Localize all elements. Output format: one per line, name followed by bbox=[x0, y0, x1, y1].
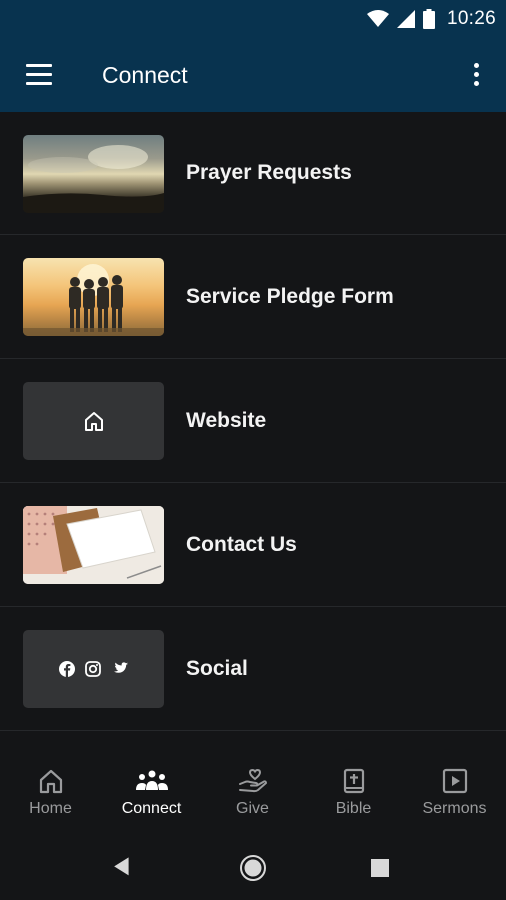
play-icon bbox=[442, 768, 467, 794]
website-thumbnail bbox=[23, 382, 164, 460]
sky-image bbox=[23, 145, 164, 213]
nav-label: Home bbox=[29, 800, 72, 817]
circle-home-icon bbox=[240, 855, 266, 881]
menu-icon-line bbox=[26, 82, 52, 85]
nav-give[interactable]: Give bbox=[202, 768, 303, 834]
list-item-prayer-requests[interactable]: Prayer Requests bbox=[0, 112, 506, 235]
home-icon bbox=[84, 412, 103, 431]
contact-us-thumbnail bbox=[23, 506, 164, 584]
home-button[interactable] bbox=[237, 852, 269, 884]
nav-label: Connect bbox=[121, 800, 182, 817]
list-item-label: Contact Us bbox=[186, 532, 297, 556]
menu-icon bbox=[26, 64, 52, 67]
menu-button[interactable] bbox=[20, 58, 60, 92]
social-thumbnail bbox=[23, 630, 164, 708]
cell-signal-icon bbox=[396, 10, 415, 28]
app-bar: Connect bbox=[0, 38, 506, 112]
list-item-label: Social bbox=[186, 656, 248, 680]
bottom-navigation: Home Connect Give Bible Sermons bbox=[0, 760, 506, 836]
instagram-icon bbox=[85, 661, 101, 677]
nav-label: Sermons bbox=[422, 800, 487, 817]
more-options-button[interactable] bbox=[464, 58, 488, 92]
home-icon bbox=[39, 769, 62, 794]
bible-icon bbox=[343, 768, 364, 794]
page-title: Connect bbox=[102, 62, 188, 88]
prayer-requests-thumbnail bbox=[23, 135, 164, 213]
square-recents-icon bbox=[371, 859, 389, 877]
list-item-label: Prayer Requests bbox=[186, 161, 352, 184]
nav-connect[interactable]: Connect bbox=[101, 768, 202, 834]
more-vert-dot bbox=[474, 72, 479, 77]
list-item-social[interactable]: Social bbox=[0, 607, 506, 731]
list-item-website[interactable]: Website bbox=[0, 359, 506, 483]
stationery-image bbox=[23, 506, 164, 584]
service-pledge-thumbnail bbox=[23, 258, 164, 336]
back-button[interactable] bbox=[110, 852, 142, 884]
more-vert-dot bbox=[474, 81, 479, 86]
nav-label: Bible bbox=[335, 800, 372, 817]
nav-home[interactable]: Home bbox=[0, 768, 101, 834]
nav-bible[interactable]: Bible bbox=[303, 768, 404, 834]
back-icon bbox=[114, 857, 129, 876]
nav-label: Give bbox=[236, 800, 269, 817]
wifi-icon bbox=[366, 10, 389, 27]
list-item-label: Service Pledge Form bbox=[186, 284, 394, 308]
battery-icon bbox=[422, 9, 435, 29]
list-item-label: Website bbox=[186, 408, 267, 432]
status-bar: 10:26 bbox=[0, 0, 506, 38]
nav-sermons[interactable]: Sermons bbox=[404, 768, 505, 834]
more-vert-icon bbox=[474, 63, 479, 68]
list-item-contact-us[interactable]: Contact Us bbox=[0, 483, 506, 607]
list-item-service-pledge-form[interactable]: Service Pledge Form bbox=[0, 235, 506, 359]
twitter-icon bbox=[113, 662, 128, 673]
recents-button[interactable] bbox=[364, 852, 396, 884]
people-icon bbox=[135, 770, 168, 790]
group-photo-image bbox=[23, 264, 164, 336]
connect-list: Prayer Requests Service Pledge Form Webs… bbox=[0, 112, 506, 731]
status-icons: 10:26 bbox=[366, 6, 496, 32]
status-time: 10:26 bbox=[446, 8, 496, 29]
system-navigation-bar bbox=[0, 836, 506, 900]
menu-icon-line bbox=[26, 73, 52, 76]
give-icon bbox=[238, 768, 267, 793]
facebook-icon bbox=[59, 661, 75, 677]
